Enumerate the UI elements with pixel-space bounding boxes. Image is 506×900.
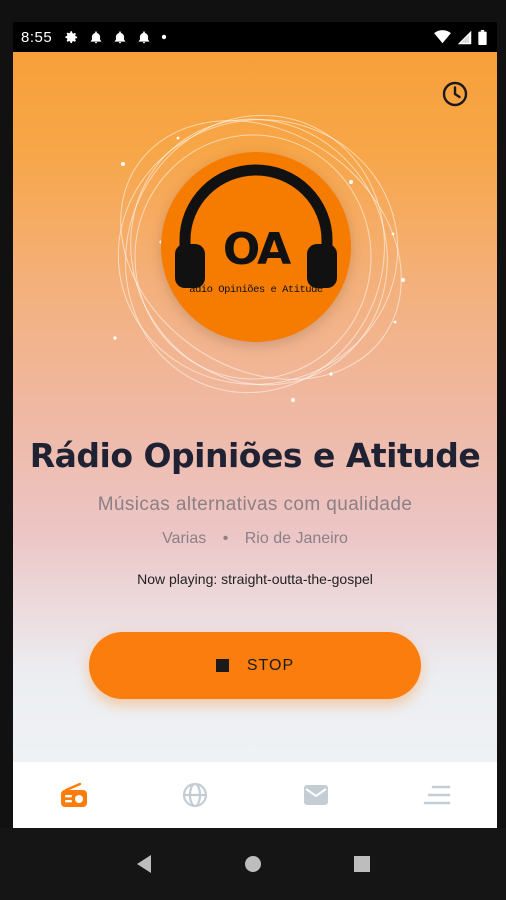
station-meta: Varias • Rio de Janeiro — [13, 530, 497, 548]
settings-icon — [65, 30, 78, 43]
bottom-navigation — [13, 762, 497, 828]
stop-button-label: STOP — [246, 656, 295, 674]
nav-item-radio[interactable] — [44, 765, 104, 825]
bell-icon — [114, 30, 126, 43]
stop-button[interactable]: STOP — [89, 632, 421, 699]
dot-icon — [162, 34, 167, 40]
bell-icon — [138, 30, 150, 43]
history-button[interactable] — [441, 80, 469, 108]
globe-icon — [182, 782, 207, 808]
logo-subtitle: ádio Opiniões e Atitude — [189, 284, 323, 296]
device-frame: 8:55 OA ádio Opiniões e Atitude Rádio Op… — [0, 0, 506, 900]
station-artwork: OA ádio Opiniões e Atitude — [103, 112, 413, 422]
nav-item-web[interactable] — [165, 765, 225, 825]
station-tagline: Músicas alternativas com qualidade — [97, 494, 413, 515]
battery-icon — [478, 29, 487, 45]
station-genre: Varias — [162, 530, 207, 547]
system-back-button[interactable] — [124, 844, 164, 884]
station-location: Rio de Janeiro — [244, 530, 348, 547]
mail-icon — [303, 785, 328, 805]
system-home-button[interactable] — [233, 844, 273, 884]
clock-icon — [442, 81, 468, 107]
recents-square-icon — [353, 856, 370, 872]
station-name: Rádio Opiniões e Atitude — [29, 436, 481, 475]
home-circle-icon — [244, 856, 261, 872]
system-navigation-bar — [0, 828, 506, 900]
bell-icon — [90, 30, 102, 43]
signal-icon — [457, 30, 472, 44]
status-system-icons — [434, 29, 487, 45]
status-notification-icons — [64, 30, 167, 45]
sort-menu-icon — [423, 785, 450, 805]
status-bar: 8:55 — [13, 22, 497, 52]
nav-item-contact[interactable] — [286, 765, 346, 825]
nav-item-menu[interactable] — [407, 765, 467, 825]
back-triangle-icon — [137, 855, 152, 873]
status-time: 8:55 — [21, 28, 53, 46]
now-playing-text: Now playing: straight-outta-the-gospel — [137, 571, 373, 587]
wifi-icon — [434, 30, 451, 44]
radio-icon — [60, 782, 87, 807]
system-recents-button[interactable] — [342, 844, 382, 884]
player-screen: OA ádio Opiniões e Atitude Rádio Opiniõe… — [13, 52, 497, 762]
meta-separator: • — [222, 530, 229, 547]
logo-initials: OA — [222, 224, 291, 275]
stop-icon — [215, 659, 229, 672]
station-logo: OA ádio Opiniões e Atitude — [161, 152, 351, 342]
